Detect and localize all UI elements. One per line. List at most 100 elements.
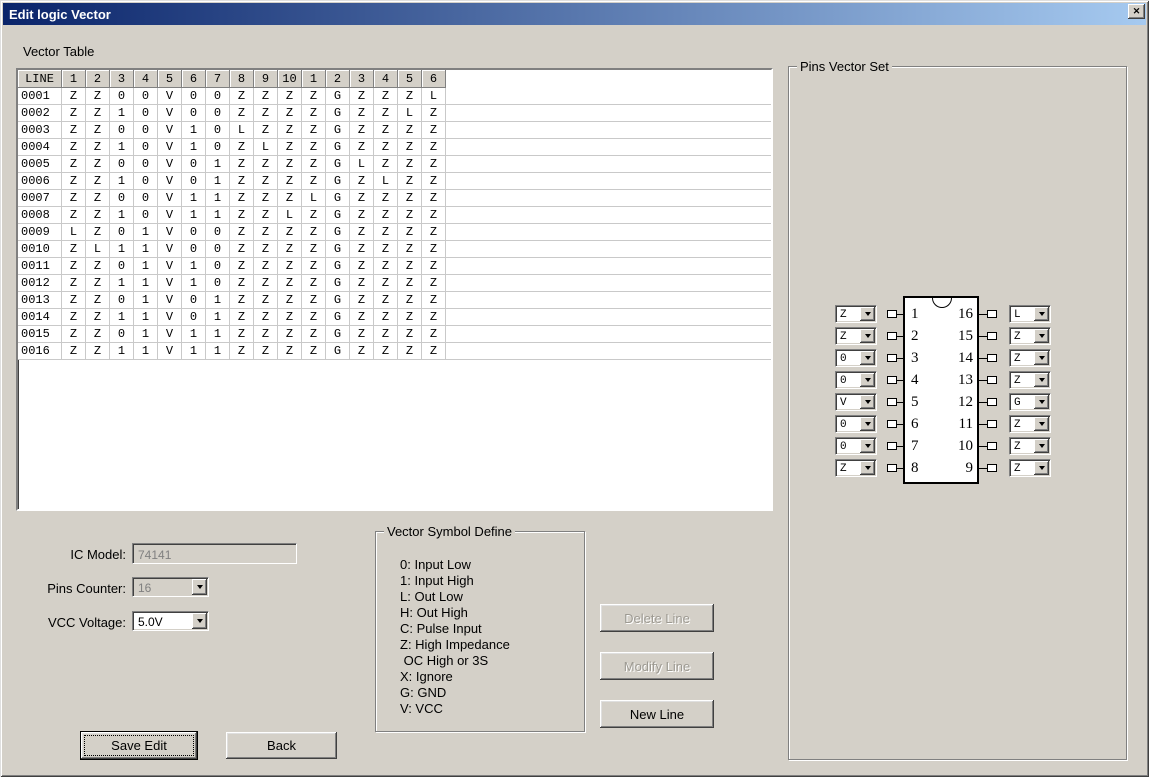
vector-cell: 0 [182,309,206,325]
table-row-0008[interactable]: 0008ZZ10V11ZZLZGZZZZ [18,207,771,224]
pin-13-select[interactable]: Z [1009,371,1051,389]
chevron-down-icon [1039,444,1045,448]
vector-cell: Z [86,309,110,325]
pin-12-select-dropdown-button[interactable] [1034,395,1049,409]
table-row-0011[interactable]: 0011ZZ01V10ZZZZGZZZZ [18,258,771,275]
vector-cell: 1 [206,190,230,206]
pin-7-select[interactable]: 0 [835,437,877,455]
table-row-0012[interactable]: 0012ZZ11V10ZZZZGZZZZ [18,275,771,292]
vector-cell: 1 [182,190,206,206]
pin-6-select-dropdown-button[interactable] [860,417,875,431]
vector-cell: G [326,258,350,274]
pin-8-select[interactable]: Z [835,459,877,477]
vector-cell: V [158,122,182,138]
pin-10-select[interactable]: Z [1009,437,1051,455]
pin-2-select-dropdown-button[interactable] [860,329,875,343]
vector-cell: 1 [134,292,158,308]
pin-3-select[interactable]: 0 [835,349,877,367]
table-row-0001[interactable]: 0001ZZ00V00ZZZZGZZZL [18,88,771,105]
pin-9-select-dropdown-button[interactable] [1034,461,1049,475]
pin-1-select-dropdown-button[interactable] [860,307,875,321]
chip-pin-number-9: 9 [943,460,973,477]
symbol-define-lines: 0: Input Low1: Input HighL: Out LowH: Ou… [400,557,510,717]
vector-table-header-cell: 8 [230,70,254,88]
pin-12-select[interactable]: G [1009,393,1051,411]
vector-table-header-cell: 3 [110,70,134,88]
pin-7-select-dropdown-button[interactable] [860,439,875,453]
vector-cell: Z [254,292,278,308]
table-row-0006[interactable]: 0006ZZ10V01ZZZZGZLZZ [18,173,771,190]
vector-cell: L [254,139,278,155]
pin-14-select[interactable]: Z [1009,349,1051,367]
vcc-voltage-select[interactable]: 5.0V [132,611,209,631]
vector-cell: 0 [110,326,134,342]
new-line-button[interactable]: New Line [600,700,714,728]
table-row-0015[interactable]: 0015ZZ01V11ZZZZGZZZZ [18,326,771,343]
vector-cell: Z [374,275,398,291]
table-row-0013[interactable]: 0013ZZ01V01ZZZZGZZZZ [18,292,771,309]
pin-1-select[interactable]: Z [835,305,877,323]
vector-cell: 1 [182,275,206,291]
pin-6-select[interactable]: 0 [835,415,877,433]
table-row-0005[interactable]: 0005ZZ00V01ZZZZGLZZZ [18,156,771,173]
chip-pin-number-3: 3 [911,350,935,367]
vector-cell: L [278,207,302,223]
vector-cell: Z [62,190,86,206]
vector-cell: 0 [182,292,206,308]
pin-wire [897,402,903,403]
pin-4-select[interactable]: 0 [835,371,877,389]
pin-stub [987,442,997,450]
pin-16-select[interactable]: L [1009,305,1051,323]
pin-10-select-dropdown-button[interactable] [1034,439,1049,453]
vcc-voltage-dropdown-button[interactable] [192,613,207,629]
pin-11-select[interactable]: Z [1009,415,1051,433]
vector-cell: Z [398,241,422,257]
vector-cell: Z [62,88,86,104]
pin-14-select-dropdown-button[interactable] [1034,351,1049,365]
vector-cell: Z [86,292,110,308]
pin-5-select[interactable]: V [835,393,877,411]
symbol-define-line: OC High or 3S [400,653,510,669]
pin-13-select-dropdown-button[interactable] [1034,373,1049,387]
table-row-0007[interactable]: 0007ZZ00V11ZZZLGZZZZ [18,190,771,207]
vector-table-header-cell: 6 [182,70,206,88]
vector-table-header-cell: 4 [134,70,158,88]
vector-cell: 0 [134,190,158,206]
back-button[interactable]: Back [226,732,337,759]
pin-4-select-dropdown-button[interactable] [860,373,875,387]
close-button[interactable]: ✕ [1128,4,1145,19]
pin-5-select-dropdown-button[interactable] [860,395,875,409]
vector-cell: Z [254,156,278,172]
chevron-down-icon [865,422,871,426]
pin-3-select-dropdown-button[interactable] [860,351,875,365]
table-row-0009[interactable]: 0009LZ01V00ZZZZGZZZZ [18,224,771,241]
pin-stub [887,464,897,472]
table-row-0003[interactable]: 0003ZZ00V10LZZZGZZZZ [18,122,771,139]
pin-2-select[interactable]: Z [835,327,877,345]
vector-table-header-cell: 5 [158,70,182,88]
chip-pin-number-10: 10 [943,438,973,455]
vector-table-header-cell: 7 [206,70,230,88]
pins-counter-select: 16 [132,577,209,597]
vector-cell: G [326,207,350,223]
table-row-0004[interactable]: 0004ZZ10V10ZLZZGZZZZ [18,139,771,156]
pin-15-select[interactable]: Z [1009,327,1051,345]
table-row-0016[interactable]: 0016ZZ11V11ZZZZGZZZZ [18,343,771,360]
chevron-down-icon [197,619,203,623]
pin-11-select-dropdown-button[interactable] [1034,417,1049,431]
vector-cell: G [326,122,350,138]
pin-8-select-dropdown-button[interactable] [860,461,875,475]
table-row-0002[interactable]: 0002ZZ10V00ZZZZGZZLZ [18,105,771,122]
vector-cell: Z [230,275,254,291]
vector-cell: Z [254,122,278,138]
pin-9-select[interactable]: Z [1009,459,1051,477]
vector-cell: Z [374,156,398,172]
vector-cell: Z [302,122,326,138]
pin-15-select-dropdown-button[interactable] [1034,329,1049,343]
save-edit-button[interactable]: Save Edit [81,732,197,759]
table-row-0014[interactable]: 0014ZZ11V01ZZZZGZZZZ [18,309,771,326]
pin-16-select-dropdown-button[interactable] [1034,307,1049,321]
vector-cell: Z [62,173,86,189]
table-row-0010[interactable]: 0010ZL11V00ZZZZGZZZZ [18,241,771,258]
chevron-down-icon [865,400,871,404]
